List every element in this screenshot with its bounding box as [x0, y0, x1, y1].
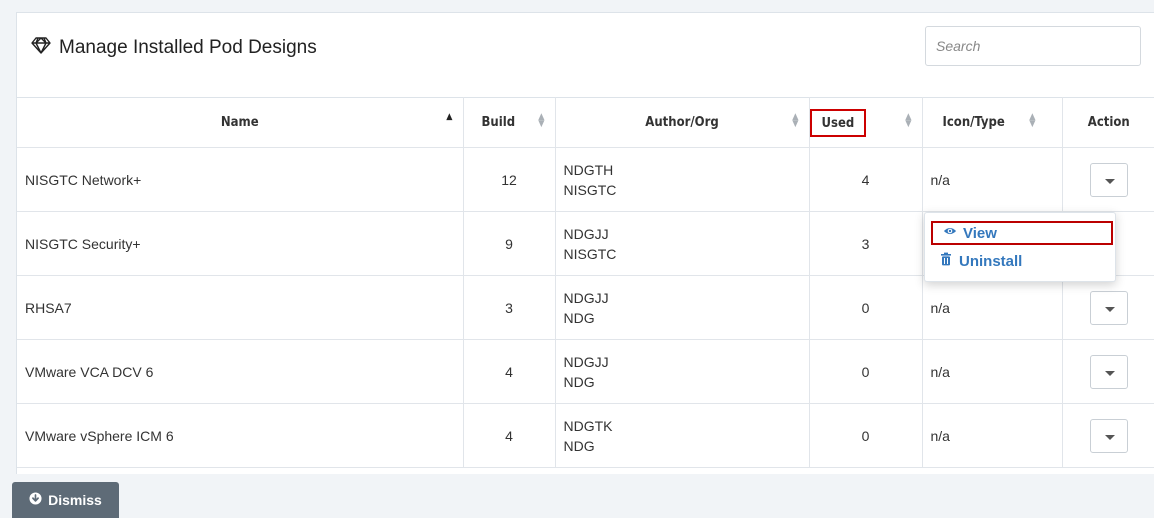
cell-build: 4: [463, 339, 556, 404]
cell-author-org: NDGTK NDG: [555, 403, 810, 468]
action-dropdown-button[interactable]: [1089, 162, 1128, 197]
cell-name: NISGTC Security+: [17, 211, 464, 276]
cell-build: 9: [463, 211, 556, 276]
cell-used: 4: [809, 147, 923, 212]
action-dropdown-menu: View Uninstall: [924, 212, 1116, 282]
cell-used: 0: [809, 275, 923, 340]
page-title-text: Manage Installed Pod Designs: [59, 37, 317, 58]
column-header-build[interactable]: Build ▲ ▼: [463, 97, 556, 148]
cell-action: [1062, 339, 1154, 404]
cell-author-org: NDGJJ NISGTC: [555, 211, 810, 276]
cell-action: [1062, 147, 1154, 212]
action-dropdown-button[interactable]: [1089, 290, 1128, 325]
cell-name: NISGTC Network+: [17, 147, 464, 212]
cell-icon-type: n/a: [922, 403, 1063, 468]
column-header-icon-type[interactable]: Icon/Type ▲ ▼: [922, 97, 1063, 148]
cell-author-org: NDGJJ NDG: [555, 275, 810, 340]
arrow-circle-down-icon: [29, 492, 42, 508]
cell-used: 0: [809, 339, 923, 404]
pod-designs-table: Name ▲ Build ▲ ▼ Author/Org ▲ ▼ Used ▲ ▼ Icon/T…: [17, 97, 1154, 468]
action-dropdown-button[interactable]: [1089, 354, 1128, 389]
table-header-row: Name ▲ Build ▲ ▼ Author/Org ▲ ▼ Used ▲ ▼ Icon/T…: [17, 97, 1154, 148]
dismiss-button[interactable]: Dismiss: [12, 482, 119, 518]
eye-icon: [943, 224, 957, 242]
sort-icon: ▲ ▼: [538, 112, 545, 129]
cell-build: 12: [463, 147, 556, 212]
page-title: Manage Installed Pod Designs: [31, 35, 317, 61]
cell-used: 3: [809, 211, 923, 276]
column-header-author-org[interactable]: Author/Org ▲ ▼: [555, 97, 810, 148]
sort-icon: ▲ ▼: [905, 112, 912, 129]
cell-build: 4: [463, 403, 556, 468]
column-header-used[interactable]: Used ▲ ▼: [809, 97, 923, 148]
diamond-icon: [31, 35, 51, 61]
cell-build: 3: [463, 275, 556, 340]
search-input[interactable]: [925, 26, 1141, 66]
trash-icon: [939, 252, 953, 270]
cell-author-org: NDGTH NISGTC: [555, 147, 810, 212]
sort-icon: ▲ ▼: [792, 112, 799, 129]
table-row: VMware vSphere ICM 6 4 NDGTK NDG 0 n/a: [17, 403, 1154, 468]
menu-item-view[interactable]: View: [931, 221, 1113, 245]
cell-icon-type: n/a: [922, 275, 1063, 340]
column-header-action: Action: [1062, 97, 1154, 148]
cell-action: [1062, 403, 1154, 468]
cell-name: VMware VCA DCV 6: [17, 339, 464, 404]
used-highlight: Used: [809, 108, 867, 137]
cell-used: 0: [809, 403, 923, 468]
cell-author-org: NDGJJ NDG: [555, 339, 810, 404]
cell-name: RHSA7: [17, 275, 464, 340]
menu-item-uninstall-label: Uninstall: [959, 252, 1023, 270]
dismiss-label: Dismiss: [48, 492, 102, 508]
cell-action: [1062, 275, 1154, 340]
sort-asc-icon: ▲: [446, 112, 453, 122]
panel-header: Manage Installed Pod Designs: [17, 13, 1154, 97]
pod-designs-panel: Manage Installed Pod Designs Name▲ Build…: [16, 12, 1154, 482]
table-row: RHSA7 3 NDGJJ NDG 0 n/a: [17, 275, 1154, 340]
action-dropdown-button[interactable]: [1089, 418, 1128, 453]
cell-icon-type: n/a: [922, 147, 1063, 212]
footer-bar: [0, 474, 1154, 518]
cell-icon-type: n/a: [922, 339, 1063, 404]
table-row: NISGTC Network+ 12 NDGTH NISGTC 4 n/a: [17, 147, 1154, 212]
menu-item-view-label: View: [963, 224, 997, 242]
cell-name: VMware vSphere ICM 6: [17, 403, 464, 468]
menu-item-uninstall[interactable]: Uninstall: [939, 252, 1022, 270]
column-header-name[interactable]: Name ▲: [17, 97, 464, 148]
sort-icon: ▲ ▼: [1029, 112, 1036, 129]
table-row: VMware VCA DCV 6 4 NDGJJ NDG 0 n/a: [17, 339, 1154, 404]
